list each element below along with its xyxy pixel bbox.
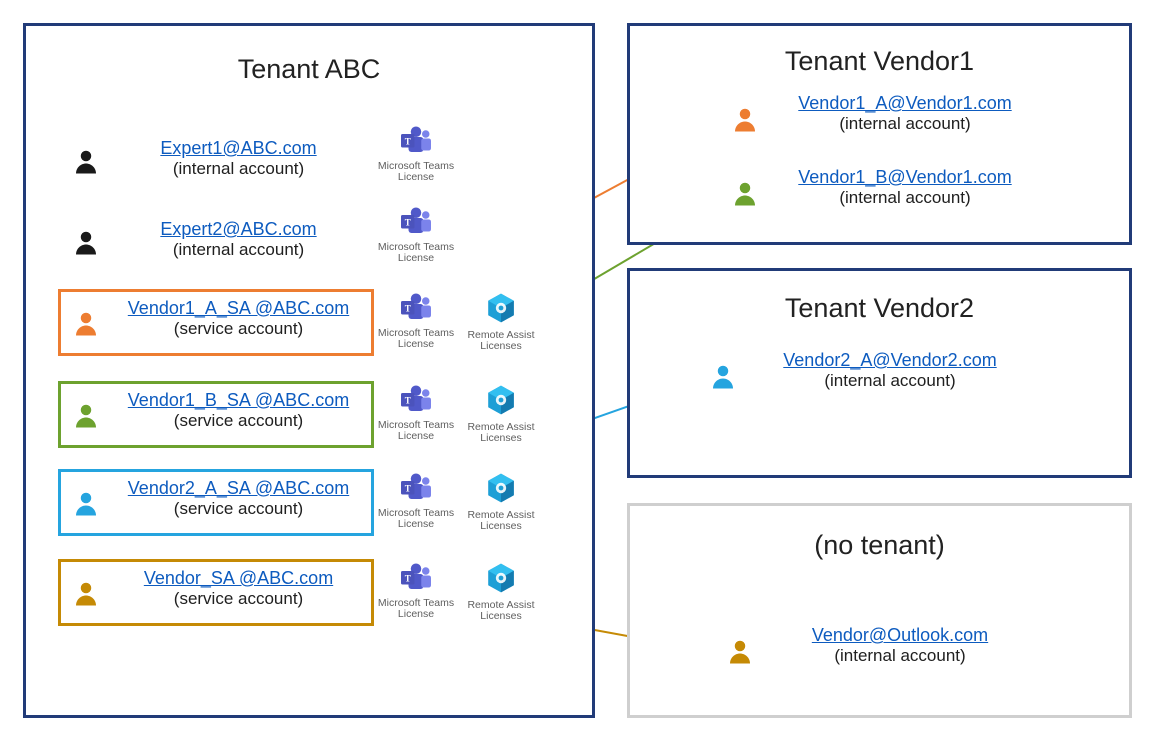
vendor-outlook-email[interactable]: Vendor@Outlook.com [812,625,988,645]
teams-icon: T [398,493,434,505]
vendor2a-sa-row: Vendor2_A_SA @ABC.com (service account) [106,479,371,519]
person-icon [71,308,101,338]
vendor1a-teams-license: T Microsoft Teams License [376,292,456,350]
no-tenant-title: (no tenant) [630,530,1129,561]
teams-icon: T [398,227,434,239]
teams-icon: T [398,405,434,417]
vendor1b-sa-row: Vendor1_B_SA @ABC.com (service account) [106,391,371,431]
person-icon [71,227,101,257]
diagram-canvas: Tenant ABC Expert1@ABC.com (internal acc… [0,0,1155,745]
person-icon [730,104,760,134]
teams-icon: T [398,583,434,595]
tenant-vendor2-title: Tenant Vendor2 [630,293,1129,324]
tenant-abc-title: Tenant ABC [26,54,592,85]
svg-text:T: T [405,304,411,314]
expert2-teams-license: T Microsoft Teams License [376,206,456,264]
expert1-row: Expert1@ABC.com (internal account) [126,139,351,179]
vendor1a-sa-row: Vendor1_A_SA @ABC.com (service account) [106,299,371,339]
vendor-sa-sub: (service account) [174,589,303,608]
vendor2a-remoteassist-license: Remote Assist Licenses [461,472,541,532]
expert2-row: Expert2@ABC.com (internal account) [126,220,351,260]
expert1-teams-license: T Microsoft Teams License [376,125,456,183]
vendor-sa-email[interactable]: Vendor_SA @ABC.com [144,568,333,588]
vendor-remoteassist-license: Remote Assist Licenses [461,562,541,622]
vendor2a-sa-email[interactable]: Vendor2_A_SA @ABC.com [128,478,349,498]
svg-text:T: T [405,137,411,147]
vendor1b-teams-license: T Microsoft Teams License [376,384,456,442]
svg-text:T: T [405,574,411,584]
vendor1a-row: Vendor1_A@Vendor1.com (internal account) [775,94,1035,134]
vendor1a-remoteassist-license: Remote Assist Licenses [461,292,541,352]
tenant-abc-box: Tenant ABC Expert1@ABC.com (internal acc… [23,23,595,718]
vendor1b-row: Vendor1_B@Vendor1.com (internal account) [775,168,1035,208]
vendor2a-sa-sub: (service account) [174,499,303,518]
person-icon [730,178,760,208]
vendor1b-sub: (internal account) [839,188,970,207]
tenant-vendor1-title: Tenant Vendor1 [630,46,1129,77]
person-icon [71,400,101,430]
vendor1a-sa-email[interactable]: Vendor1_A_SA @ABC.com [128,298,349,318]
vendor-outlook-row: Vendor@Outlook.com (internal account) [770,626,1030,666]
vendor-outlook-sub: (internal account) [834,646,965,665]
vendor1a-sa-sub: (service account) [174,319,303,338]
svg-text:T: T [405,396,411,406]
tenant-vendor2-box: Tenant Vendor2 Vendor2_A@Vendor2.com (in… [627,268,1132,478]
vendor1b-sa-sub: (service account) [174,411,303,430]
person-icon [71,578,101,608]
remote-assist-icon [484,315,518,327]
vendor2a-sub: (internal account) [824,371,955,390]
person-icon [708,361,738,391]
svg-text:T: T [405,218,411,228]
teams-icon: T [398,313,434,325]
vendor-teams-license: T Microsoft Teams License [376,562,456,620]
vendor1b-remoteassist-license: Remote Assist Licenses [461,384,541,444]
no-tenant-box: (no tenant) Vendor@Outlook.com (internal… [627,503,1132,718]
vendor2a-email[interactable]: Vendor2_A@Vendor2.com [783,350,996,370]
expert1-email[interactable]: Expert1@ABC.com [160,138,316,158]
teams-icon: T [398,146,434,158]
svg-text:T: T [405,484,411,494]
person-icon [71,488,101,518]
expert2-email[interactable]: Expert2@ABC.com [160,219,316,239]
remote-assist-icon [484,585,518,597]
vendor1a-email[interactable]: Vendor1_A@Vendor1.com [798,93,1011,113]
vendor1b-sa-email[interactable]: Vendor1_B_SA @ABC.com [128,390,349,410]
remote-assist-icon [484,495,518,507]
vendor2a-row: Vendor2_A@Vendor2.com (internal account) [755,351,1025,391]
tenant-vendor1-box: Tenant Vendor1 Vendor1_A@Vendor1.com (in… [627,23,1132,245]
expert2-sub: (internal account) [173,240,304,259]
vendor-sa-row: Vendor_SA @ABC.com (service account) [106,569,371,609]
expert1-sub: (internal account) [173,159,304,178]
vendor1a-sub: (internal account) [839,114,970,133]
person-icon [71,146,101,176]
person-icon [725,636,755,666]
remote-assist-icon [484,407,518,419]
vendor1b-email[interactable]: Vendor1_B@Vendor1.com [798,167,1011,187]
vendor2a-teams-license: T Microsoft Teams License [376,472,456,530]
